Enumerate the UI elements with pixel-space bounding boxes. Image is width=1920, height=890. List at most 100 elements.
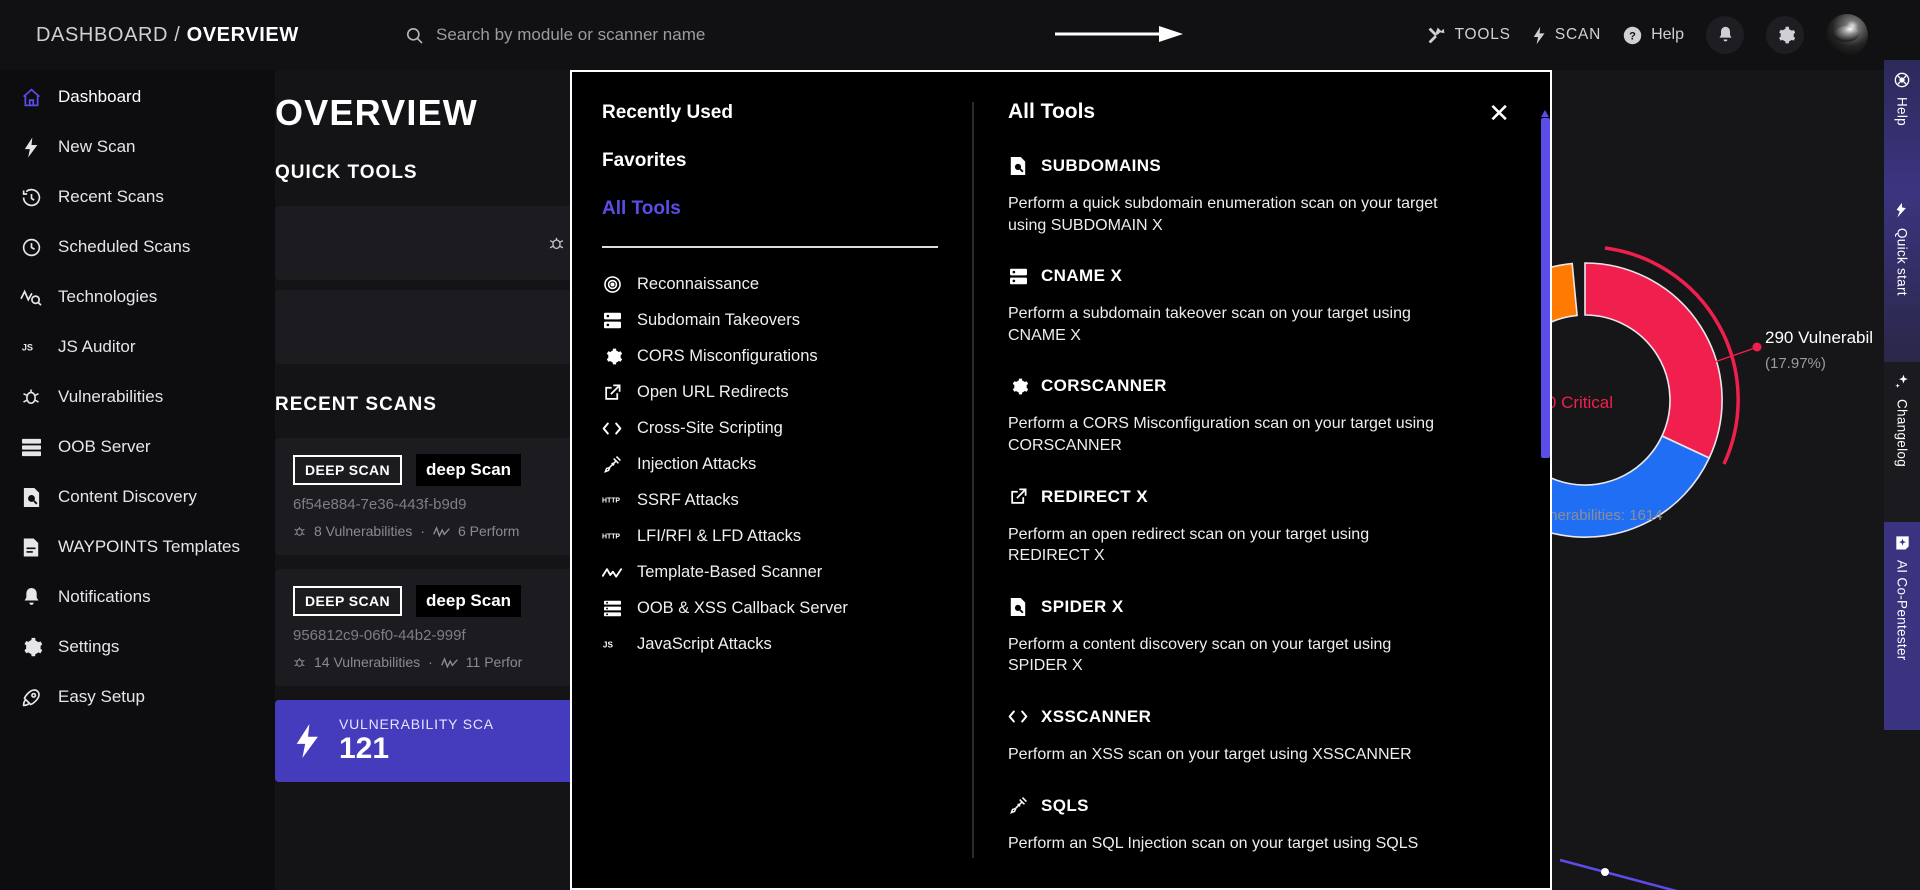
sidebar-item-content-discovery[interactable]: Content Discovery bbox=[0, 472, 275, 522]
history-icon bbox=[20, 186, 42, 208]
tools-modal-list: All Tools ✕ SUBDOMAINS Perform a quick s… bbox=[974, 72, 1550, 888]
search-input[interactable]: Search by module or scanner name bbox=[436, 25, 705, 45]
category-lfi-rfi-lfd-attacks[interactable]: HTTP LFI/RFI & LFD Attacks bbox=[602, 518, 938, 554]
category-javascript-attacks[interactable]: JS JavaScript Attacks bbox=[602, 626, 938, 662]
sidebar-item-oob-server[interactable]: OOB Server bbox=[0, 422, 275, 472]
tool-item[interactable]: SPIDER X Perform a content discovery sca… bbox=[1008, 597, 1510, 677]
sidebar-item-label: JS Auditor bbox=[58, 337, 136, 356]
sidebar-item-easy-setup[interactable]: Easy Setup bbox=[0, 672, 275, 722]
donut-callout-sub: (17.97%) bbox=[1765, 355, 1826, 372]
settings-button[interactable] bbox=[1766, 16, 1804, 54]
top-header: DASHBOARD / OVERVIEW Search by module or… bbox=[0, 0, 1920, 70]
tools-button[interactable]: TOOLS bbox=[1427, 26, 1511, 45]
category-cors-misconfigurations[interactable]: CORS Misconfigurations bbox=[602, 338, 938, 374]
help-label: Help bbox=[1651, 26, 1684, 43]
close-icon[interactable]: ✕ bbox=[1488, 100, 1510, 126]
lifebuoy-icon bbox=[1894, 72, 1910, 88]
category-open-url-redirects[interactable]: Open URL Redirects bbox=[602, 374, 938, 410]
tab-all-tools[interactable]: All Tools bbox=[602, 198, 938, 220]
search-icon bbox=[405, 26, 424, 45]
category-label: Subdomain Takeovers bbox=[637, 310, 800, 329]
bell-icon bbox=[1717, 26, 1734, 44]
category-label: Injection Attacks bbox=[637, 454, 757, 473]
bell-icon bbox=[20, 586, 42, 608]
header-actions: TOOLS SCAN ? Help bbox=[1427, 0, 1868, 70]
sidebar-item-label: Technologies bbox=[58, 287, 158, 306]
server-icon bbox=[20, 436, 42, 458]
tool-description: Perform a CORS Misconfiguration scan on … bbox=[1008, 415, 1434, 454]
tab-favorites[interactable]: Favorites bbox=[602, 150, 938, 172]
help-button[interactable]: ? Help bbox=[1623, 26, 1684, 45]
flame-icon bbox=[1894, 202, 1910, 219]
tool-item[interactable]: XSSCANNER Perform an XSS scan on your ta… bbox=[1008, 707, 1510, 766]
lightning-icon bbox=[1533, 26, 1546, 45]
search-box[interactable]: Search by module or scanner name bbox=[405, 25, 705, 45]
sidebar-item-js-auditor[interactable]: JS JS Auditor bbox=[0, 322, 275, 372]
external-link-icon bbox=[1008, 487, 1028, 507]
sidebar-item-recent-scans[interactable]: Recent Scans bbox=[0, 172, 275, 222]
sidebar-item-label: OOB Server bbox=[58, 437, 151, 456]
sidebar-item-dashboard[interactable]: Dashboard bbox=[0, 72, 275, 122]
sidebar-item-notifications[interactable]: Notifications bbox=[0, 572, 275, 622]
sidebar-item-settings[interactable]: Settings bbox=[0, 622, 275, 672]
tab-recently-used[interactable]: Recently Used bbox=[602, 102, 938, 124]
svg-text:?: ? bbox=[1629, 30, 1636, 42]
tool-item[interactable]: CNAME X Perform a subdomain takeover sca… bbox=[1008, 266, 1510, 346]
rail-tab-changelog[interactable]: Changelog bbox=[1884, 362, 1920, 522]
modal-scrollbar[interactable] bbox=[1541, 110, 1550, 458]
breadcrumb-prefix: DASHBOARD / bbox=[36, 23, 187, 46]
rail-tab-label: Changelog bbox=[1894, 399, 1910, 468]
sidebar-item-new-scan[interactable]: New Scan bbox=[0, 122, 275, 172]
rail-tab-help[interactable]: Help bbox=[1884, 60, 1920, 190]
sidebar-item-scheduled-scans[interactable]: Scheduled Scans bbox=[0, 222, 275, 272]
tools-label: TOOLS bbox=[1454, 26, 1511, 43]
lightning-icon bbox=[295, 724, 321, 758]
user-avatar[interactable] bbox=[1826, 14, 1868, 56]
sidebar-item-vulnerabilities[interactable]: Vulnerabilities bbox=[0, 372, 275, 422]
gear-icon bbox=[20, 636, 42, 658]
scan-button[interactable]: SCAN bbox=[1533, 26, 1601, 45]
tool-item[interactable]: SQLS Perform an SQL Injection scan on yo… bbox=[1008, 796, 1510, 855]
category-oob-xss-callback-server[interactable]: OOB & XSS Callback Server bbox=[602, 590, 938, 626]
svg-text:JS: JS bbox=[603, 640, 614, 649]
tool-description: Perform a quick subdomain enumeration sc… bbox=[1008, 195, 1438, 234]
rail-tab-label: Help bbox=[1894, 97, 1910, 126]
scan-name: deep Scan bbox=[416, 454, 522, 486]
arrow-pointing-to-tools bbox=[1055, 26, 1183, 42]
rail-tab-label: AI Co-Pentester bbox=[1894, 560, 1910, 661]
rail-tab-ai-co-pentester[interactable]: AI Co-Pentester bbox=[1884, 522, 1920, 730]
separator-dot: · bbox=[420, 523, 425, 539]
rail-tab-quick-start[interactable]: Quick start bbox=[1884, 190, 1920, 362]
tool-item[interactable]: REDIRECT X Perform an open redirect scan… bbox=[1008, 487, 1510, 567]
sidebar-item-technologies[interactable]: Technologies bbox=[0, 272, 275, 322]
gear-icon bbox=[1008, 376, 1028, 396]
category-ssrf-attacks[interactable]: HTTP SSRF Attacks bbox=[602, 482, 938, 518]
breadcrumb-current: OVERVIEW bbox=[186, 23, 299, 46]
trend-line-icon bbox=[440, 656, 458, 668]
tool-item[interactable]: CORSCANNER Perform a CORS Misconfigurati… bbox=[1008, 376, 1510, 456]
tools-modal-sidebar: Recently Used Favorites All Tools Reconn… bbox=[572, 72, 972, 888]
tools-modal: Recently Used Favorites All Tools Reconn… bbox=[570, 70, 1552, 890]
js-icon: JS bbox=[20, 336, 42, 358]
tool-item[interactable]: SUBDOMAINS Perform a quick subdomain enu… bbox=[1008, 156, 1510, 236]
category-subdomain-takeovers[interactable]: Subdomain Takeovers bbox=[602, 302, 938, 338]
category-cross-site-scripting[interactable]: Cross-Site Scripting bbox=[602, 410, 938, 446]
code-brackets-icon bbox=[1008, 707, 1028, 727]
chart-search-icon bbox=[20, 286, 42, 308]
http-icon: HTTP bbox=[602, 526, 622, 546]
category-template-based-scanner[interactable]: Template-Based Scanner bbox=[602, 554, 938, 590]
sidebar-item-waypoints-templates[interactable]: WAYPOINTS Templates bbox=[0, 522, 275, 572]
divider bbox=[602, 246, 938, 248]
brand[interactable]: DASHBOARD / OVERVIEW bbox=[0, 14, 298, 56]
category-label: LFI/RFI & LFD Attacks bbox=[637, 526, 802, 545]
sidebar-item-label: Easy Setup bbox=[58, 687, 145, 706]
notifications-button[interactable] bbox=[1706, 16, 1744, 54]
svg-text:HTTP: HTTP bbox=[602, 534, 620, 541]
category-injection-attacks[interactable]: Injection Attacks bbox=[602, 446, 938, 482]
sidebar-nav: Dashboard New Scan Recent Scans Schedule… bbox=[0, 70, 275, 890]
tool-description: Perform a content discovery scan on your… bbox=[1008, 635, 1392, 675]
clock-icon bbox=[20, 236, 42, 258]
category-reconnaissance[interactable]: Reconnaissance bbox=[602, 266, 938, 302]
separator-dot: · bbox=[428, 654, 433, 670]
document-search-icon bbox=[1008, 597, 1028, 617]
